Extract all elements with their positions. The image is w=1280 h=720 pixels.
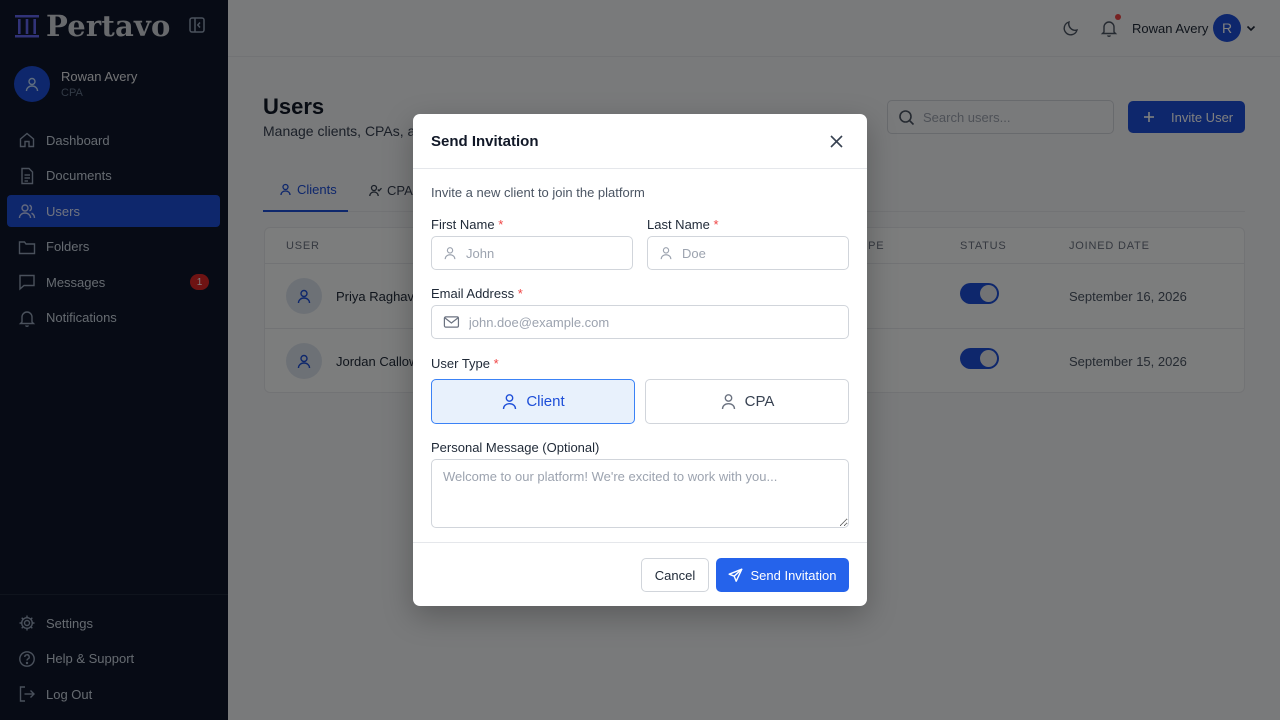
required-marker: *	[493, 356, 499, 371]
user-icon	[660, 247, 672, 260]
first-name-input[interactable]	[466, 245, 632, 261]
user-icon	[503, 394, 517, 410]
dialog-header: Send Invitation	[413, 114, 867, 169]
user-icon	[721, 394, 735, 410]
user-type-label: User Type *	[431, 356, 499, 371]
required-marker: *	[498, 217, 504, 232]
close-icon[interactable]	[829, 134, 844, 149]
last-name-input[interactable]	[682, 245, 848, 261]
personal-message-label: Personal Message (Optional)	[431, 440, 600, 455]
required-marker: *	[713, 217, 719, 232]
required-marker: *	[517, 286, 523, 301]
first-name-label: First Name *	[431, 217, 504, 232]
send-invitation-button[interactable]: Send Invitation	[716, 558, 849, 592]
send-invitation-label: Send Invitation	[750, 567, 837, 583]
user-type-cpa-option[interactable]: CPA	[645, 379, 849, 424]
option-label: CPA	[744, 393, 775, 410]
cancel-button[interactable]: Cancel	[641, 558, 709, 592]
user-type-client-option[interactable]: Client	[431, 379, 635, 424]
dialog-title: Send Invitation	[431, 133, 539, 150]
dialog-description: Invite a new client to join the platform	[431, 185, 645, 200]
first-name-field[interactable]	[431, 236, 633, 270]
user-icon	[444, 247, 456, 260]
last-name-label: Last Name *	[647, 217, 719, 232]
last-name-field[interactable]	[647, 236, 849, 270]
email-field[interactable]	[431, 305, 849, 339]
email-input[interactable]	[468, 314, 848, 330]
option-label: Client	[526, 393, 565, 410]
mail-icon	[443, 316, 460, 328]
personal-message-textarea[interactable]	[431, 459, 849, 528]
dialog-footer: Cancel Send Invitation	[413, 542, 867, 606]
send-icon	[728, 568, 743, 582]
send-invitation-dialog: Send Invitation Invite a new client to j…	[413, 114, 867, 606]
email-label: Email Address *	[431, 286, 523, 301]
